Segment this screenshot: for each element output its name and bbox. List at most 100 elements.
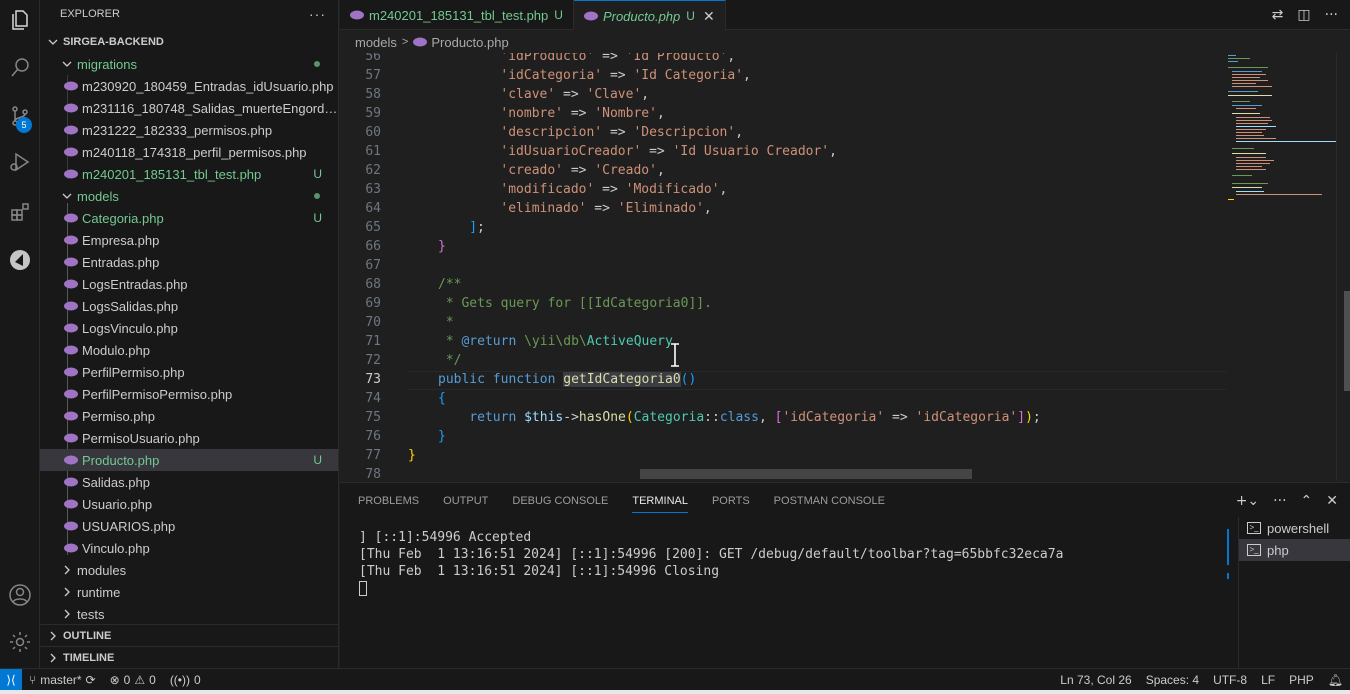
file-item[interactable]: PerfilPermiso.php <box>40 361 338 383</box>
editor-tab[interactable]: m240201_185131_tbl_test.php U <box>340 0 574 30</box>
file-item[interactable]: LogsVinculo.php <box>40 317 338 339</box>
file-item[interactable]: Entradas.php <box>40 251 338 273</box>
php-file-icon <box>413 37 428 47</box>
code-token: 'descripcion' <box>500 125 603 140</box>
code-token: getIdCategoria0 <box>563 372 681 387</box>
file-item[interactable]: PerfilPermisoPermiso.php <box>40 383 338 405</box>
language-mode[interactable]: PHP <box>1282 673 1321 687</box>
file-item[interactable]: Producto.php U <box>40 449 338 471</box>
folder-item[interactable]: models <box>40 185 338 207</box>
maximize-panel-icon[interactable]: ⌃ <box>1301 493 1313 509</box>
breadcrumb-file[interactable]: Producto.php <box>431 35 508 50</box>
terminal-instance[interactable]: >_ php <box>1239 539 1350 561</box>
more-actions-icon[interactable]: ··· <box>1325 7 1338 23</box>
file-item[interactable]: PermisoUsuario.php <box>40 427 338 449</box>
vertical-scrollbar[interactable] <box>1336 53 1350 481</box>
line-number: 72 <box>365 353 381 368</box>
sidebar-bottom-sections: OUTLINE TIMELINE <box>40 624 338 668</box>
more-actions-icon[interactable]: ··· <box>309 6 326 22</box>
file-item[interactable]: LogsSalidas.php <box>40 295 338 317</box>
horizontal-scrollbar[interactable] <box>640 469 972 479</box>
branch-status[interactable]: ⑂ master* ⟳ <box>22 673 103 687</box>
ports-status[interactable]: ((•)) 0 <box>163 673 208 687</box>
panel-tab[interactable]: TERMINAL <box>632 483 688 518</box>
outline-section-header[interactable]: OUTLINE <box>40 624 338 646</box>
panel-tab[interactable]: OUTPUT <box>443 483 488 518</box>
split-editor-icon[interactable]: ◫ <box>1297 7 1310 23</box>
run-debug-icon[interactable] <box>0 142 40 182</box>
code-area[interactable]: 'idProducto' => 'Id Producto','idCategor… <box>408 53 1226 481</box>
terminal-name: powershell <box>1267 520 1330 536</box>
breadcrumb-folder[interactable]: models <box>355 35 397 50</box>
code-line: } <box>438 427 446 446</box>
timeline-section-header[interactable]: TIMELINE <box>40 646 338 668</box>
remote-explorer-icon[interactable] <box>0 240 40 280</box>
code-token: , <box>829 144 837 159</box>
file-item[interactable]: Categoria.php U <box>40 207 338 229</box>
folder-item[interactable]: migrations <box>40 53 338 75</box>
php-file-icon <box>64 213 78 223</box>
file-item[interactable]: USUARIOS.php <box>40 515 338 537</box>
cursor-position[interactable]: Ln 73, Col 26 <box>1053 673 1138 687</box>
encoding[interactable]: UTF-8 <box>1206 673 1254 687</box>
code-token: , <box>641 87 650 102</box>
terminal-instance[interactable]: >_ powershell <box>1239 517 1350 539</box>
problems-status[interactable]: ⊗ 0 ⚠ 0 <box>103 673 163 687</box>
editor-tab[interactable]: Producto.php U ✕ <box>573 0 726 31</box>
panel-tab[interactable]: DEBUG CONSOLE <box>512 483 608 518</box>
more-actions-icon[interactable]: ··· <box>1273 493 1286 509</box>
code-token: * <box>438 315 454 330</box>
file-item[interactable]: Permiso.php <box>40 405 338 427</box>
notifications-bell-icon[interactable]: 🔔︎ <box>1321 673 1350 687</box>
new-terminal-icon[interactable]: +⌄ <box>1236 493 1259 509</box>
code-line: * @return \yii\db\ActiveQuery <box>438 332 673 351</box>
file-item[interactable]: m231222_182333_permisos.php <box>40 119 338 141</box>
folder-item[interactable]: tests <box>40 603 338 625</box>
file-item[interactable]: Usuario.php <box>40 493 338 515</box>
end-of-line[interactable]: LF <box>1254 673 1282 687</box>
indentation[interactable]: Spaces: 4 <box>1139 673 1206 687</box>
file-item[interactable]: m240201_185131_tbl_test.php U <box>40 163 338 185</box>
project-section-header[interactable]: SIRGEA-BACKEND <box>40 31 338 53</box>
file-item[interactable]: m231116_180748_Salidas_muerteEngordaPeso… <box>40 97 338 119</box>
file-item[interactable]: Salidas.php <box>40 471 338 493</box>
php-file-icon <box>64 301 78 311</box>
minimap[interactable] <box>1226 53 1336 208</box>
terminal-icon: >_ <box>1247 544 1261 556</box>
code-token: :: <box>704 410 720 425</box>
sync-icon[interactable]: ⟳ <box>86 673 96 687</box>
file-item[interactable]: Empresa.php <box>40 229 338 251</box>
panel-tab[interactable]: PROBLEMS <box>358 483 419 518</box>
search-icon[interactable] <box>0 48 40 88</box>
file-item[interactable]: Modulo.php <box>40 339 338 361</box>
account-icon[interactable] <box>0 575 40 615</box>
code-line: return $this->hasOne(Categoria::class, [… <box>438 408 1040 427</box>
scrollbar-thumb[interactable] <box>1344 291 1350 391</box>
code-token: 'Descripcion' <box>633 125 736 140</box>
panel-tab[interactable]: POSTMAN CONSOLE <box>774 483 885 518</box>
folder-item[interactable]: modules <box>40 559 338 581</box>
code-token: } <box>438 239 446 254</box>
php-file-icon <box>64 367 78 377</box>
close-icon[interactable]: ✕ <box>703 8 715 25</box>
code-editor[interactable]: 56 57 58 59 60 61 62 63 64 65 66 67 68 69 70 71 72 73 74 75… <box>340 53 1350 481</box>
close-panel-icon[interactable]: ✕ <box>1326 493 1338 509</box>
file-item[interactable]: LogsEntradas.php <box>40 273 338 295</box>
php-file-icon <box>64 543 78 553</box>
folder-item[interactable]: runtime <box>40 581 338 603</box>
terminal-prompt[interactable] <box>359 580 1219 597</box>
manage-gear-icon[interactable] <box>0 622 40 662</box>
open-changes-icon[interactable]: ⇄ <box>1272 7 1284 23</box>
file-item[interactable]: Vinculo.php <box>40 537 338 559</box>
extensions-icon[interactable] <box>0 192 40 232</box>
file-item[interactable]: m230920_180459_Entradas_idUsuario.php <box>40 75 338 97</box>
code-token: ActiveQuery <box>586 334 673 349</box>
terminal-output[interactable]: ] [::1]:54996 Accepted [Thu Feb 1 13:16:5… <box>359 529 1219 597</box>
remote-indicator-icon[interactable]: ⟩⟨ <box>0 668 22 691</box>
files-icon[interactable] <box>0 0 40 40</box>
panel-tab[interactable]: PORTS <box>712 483 750 518</box>
code-line: public function getIdCategoria0() <box>438 370 696 389</box>
code-token: return <box>469 410 517 425</box>
code-token: 'clave' <box>500 87 556 102</box>
file-item[interactable]: m240118_174318_perfil_permisos.php <box>40 141 338 163</box>
